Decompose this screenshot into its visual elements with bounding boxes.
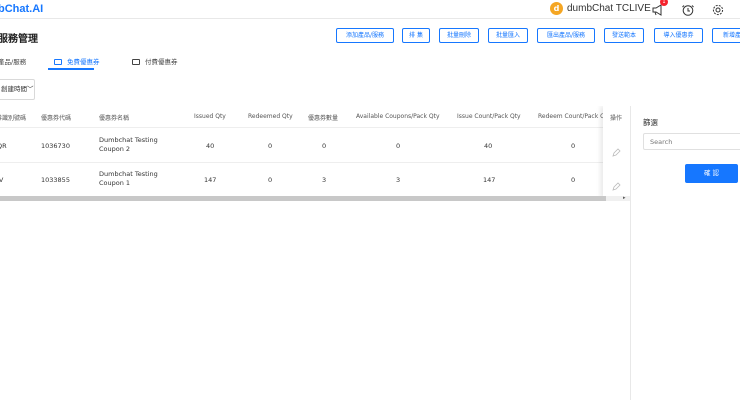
gear-icon[interactable]: [711, 2, 725, 16]
col-header-redeemed[interactable]: Redeemed Qty: [248, 113, 293, 120]
tab-free-coupons-label: 免費優惠券: [67, 58, 100, 66]
top-bar: bChat.AI d dumbChat TCLIVE 1: [0, 0, 740, 19]
col-header-available[interactable]: Available Coupons/Pack Qty: [356, 113, 440, 120]
cell-available: 3: [396, 176, 401, 184]
cell-qty: 3: [322, 176, 327, 184]
page-title: 服務管理: [0, 34, 38, 45]
filter-search-input[interactable]: [643, 133, 740, 150]
cell-issued: 147: [204, 176, 217, 184]
cell-redeem-count: 0: [571, 142, 576, 150]
ticket-icon: [132, 59, 140, 65]
table-row[interactable]: QR 1036730 Dumbchat Testing Coupon 2 40 …: [0, 129, 630, 163]
cell-issue-count: 40: [484, 142, 493, 150]
cell-issue-count: 147: [483, 176, 496, 184]
edit-icon[interactable]: [612, 176, 621, 195]
col-header-operation: 操作: [610, 115, 623, 122]
app-logo[interactable]: bChat.AI: [0, 3, 43, 15]
cell-code: 1033855: [41, 176, 70, 184]
cell-qty: 0: [322, 142, 327, 150]
chevron-down-icon: ﹀: [27, 85, 34, 93]
col-header-qty[interactable]: 優惠券數量: [308, 113, 338, 122]
sort-button[interactable]: 排 集: [402, 28, 430, 43]
avatar[interactable]: d: [550, 2, 563, 15]
col-header-id[interactable]: 券識別號碼: [0, 113, 26, 122]
notification-badge: 1: [660, 0, 668, 6]
operation-column: 操作: [603, 106, 630, 198]
scrollbar-thumb[interactable]: [0, 196, 606, 201]
active-tab-indicator: [48, 68, 94, 70]
bulk-delete-button[interactable]: 批量刪除: [439, 28, 479, 43]
col-header-issued[interactable]: Issued Qty: [194, 113, 226, 120]
sort-dropdown-label: 創建時間: [1, 85, 27, 93]
cell-redeemed: 0: [268, 142, 273, 150]
table-row[interactable]: JV 1033855 Dumbchat Testing Coupon 1 147…: [0, 163, 630, 197]
tab-products-label: 產品/服務: [0, 58, 27, 66]
scroll-right-icon[interactable]: ▸: [623, 196, 626, 201]
user-name[interactable]: dumbChat TCLIVE: [567, 3, 651, 14]
cell-name: Dumbchat Testing Coupon 2: [99, 136, 158, 153]
tab-paid-coupons[interactable]: 付費優惠券: [132, 56, 178, 66]
cell-redeemed: 0: [268, 176, 273, 184]
col-header-code[interactable]: 優惠券代碼: [41, 113, 71, 122]
table-header: 券識別號碼 優惠券代碼 優惠券名稱 Issued Qty Redeemed Qt…: [0, 106, 630, 128]
sort-dropdown[interactable]: 創建時間﹀: [0, 79, 35, 100]
filter-panel: 篩選 確 認: [630, 106, 740, 400]
tab-paid-coupons-label: 付費優惠券: [145, 58, 178, 66]
cell-available: 0: [396, 142, 401, 150]
cell-issued: 40: [206, 142, 215, 150]
col-header-name[interactable]: 優惠券名稱: [99, 113, 129, 122]
add-product-button[interactable]: 添加產品/服務: [336, 28, 394, 43]
add-new-button[interactable]: 新增產: [712, 28, 740, 43]
export-products-button[interactable]: 匯出產品/服務: [537, 28, 595, 43]
send-template-button[interactable]: 發送範本: [604, 28, 644, 43]
coupon-table: 券識別號碼 優惠券代碼 優惠券名稱 Issued Qty Redeemed Qt…: [0, 106, 630, 198]
edit-icon[interactable]: [612, 142, 621, 161]
col-header-issue-count[interactable]: Issue Count/Pack Qty: [457, 113, 521, 120]
ticket-icon: [54, 59, 62, 65]
cell-id: JV: [0, 176, 4, 184]
import-coupon-button[interactable]: 導入優惠券: [654, 28, 703, 43]
tab-products[interactable]: 產品/服務: [0, 56, 26, 66]
filter-confirm-button[interactable]: 確 認: [685, 164, 738, 183]
cell-code: 1036730: [41, 142, 70, 150]
cell-redeem-count: 0: [571, 176, 576, 184]
cell-id: QR: [0, 142, 7, 150]
bulk-import-button[interactable]: 批量匯入: [488, 28, 528, 43]
filter-title: 篩選: [643, 118, 658, 127]
col-header-redeem-count[interactable]: Redeem Count/Pack Qty: [538, 113, 611, 120]
tab-free-coupons[interactable]: 免費優惠券: [54, 56, 100, 66]
clock-icon[interactable]: [681, 2, 695, 16]
cell-name: Dumbchat Testing Coupon 1: [99, 170, 158, 187]
